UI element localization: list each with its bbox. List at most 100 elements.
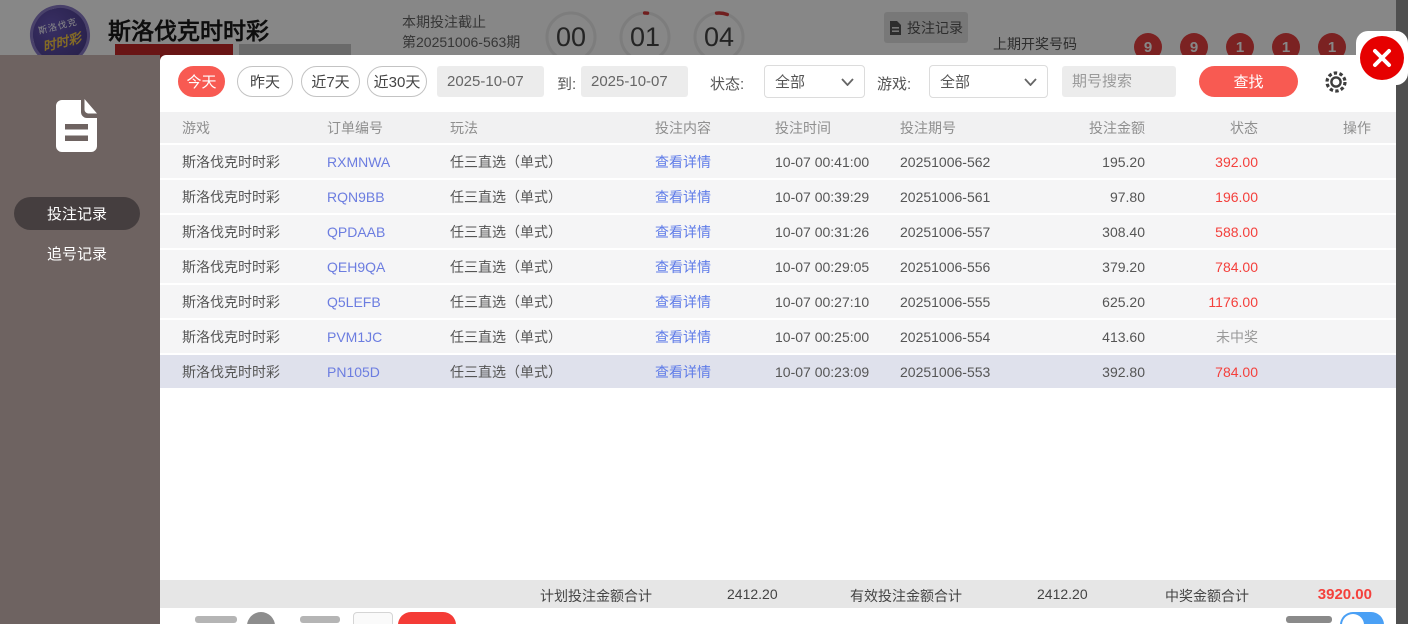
cell-status: 未中奖 — [1216, 328, 1258, 345]
table-row[interactable]: 斯洛伐克时时彩 PVM1JC 任三直选（单式） 查看详情 10-07 00:25… — [160, 320, 1396, 353]
sidebar-item-bet-records[interactable]: 投注记录 — [14, 197, 140, 230]
game-filter-label: 游戏: — [877, 76, 912, 93]
sidebar-item-chase-records[interactable]: 追号记录 — [14, 241, 140, 265]
cell-play: 任三直选（单式） — [450, 153, 562, 170]
period-search-input[interactable] — [1062, 66, 1176, 97]
cell-time: 10-07 00:41:00 — [775, 153, 870, 170]
table-row[interactable]: 斯洛伐克时时彩 Q5LEFB 任三直选（单式） 查看详情 10-07 00:27… — [160, 285, 1396, 318]
cell-status: 784.00 — [1215, 258, 1258, 275]
cell-play: 任三直选（单式） — [450, 188, 562, 205]
cell-period: 20251006-557 — [900, 223, 991, 240]
planned-total-value: 2412.20 — [727, 586, 778, 602]
col-operation: 操作 — [1343, 119, 1371, 136]
cell-game: 斯洛伐克时时彩 — [182, 293, 280, 310]
cell-period: 20251006-561 — [900, 188, 991, 205]
table-row[interactable]: 斯洛伐克时时彩 QPDAAB 任三直选（单式） 查看详情 10-07 00:31… — [160, 215, 1396, 248]
cell-game: 斯洛伐克时时彩 — [182, 328, 280, 345]
view-detail-link[interactable]: 查看详情 — [655, 329, 711, 345]
win-total-value: 3920.00 — [1317, 586, 1372, 603]
range-7days-button[interactable]: 近7天 — [301, 66, 360, 97]
table-row[interactable]: 斯洛伐克时时彩 QEH9QA 任三直选（单式） 查看详情 10-07 00:29… — [160, 250, 1396, 283]
view-detail-link[interactable]: 查看详情 — [655, 259, 711, 275]
close-button[interactable] — [1360, 36, 1404, 80]
cell-period: 20251006-555 — [900, 293, 991, 310]
col-time: 投注时间 — [775, 119, 831, 136]
valid-total-label: 有效投注金额合计 — [850, 588, 962, 604]
cell-amount: 392.80 — [1102, 363, 1145, 380]
cell-order: PVM1JC — [327, 328, 383, 345]
win-total-label: 中奖金额合计 — [1165, 588, 1249, 604]
cell-period: 20251006-553 — [900, 363, 991, 380]
app-root: 斯洛伐克 时时彩 斯洛伐克时时彩 本期投注截止 第20251006-563期 0… — [0, 0, 1408, 624]
view-detail-link[interactable]: 查看详情 — [655, 154, 711, 170]
cell-game: 斯洛伐克时时彩 — [182, 188, 280, 205]
cell-order: RQN9BB — [327, 188, 385, 205]
cell-order: QEH9QA — [327, 258, 386, 275]
table-body: 斯洛伐克时时彩 RXMNWA 任三直选（单式） 查看详情 10-07 00:41… — [160, 145, 1396, 390]
date-from-input[interactable] — [437, 66, 544, 97]
cell-period: 20251006-556 — [900, 258, 991, 275]
close-button-backing — [1356, 31, 1408, 85]
cell-time: 10-07 00:25:00 — [775, 328, 870, 345]
range-30days-button[interactable]: 近30天 — [367, 66, 427, 97]
cell-status: 392.00 — [1215, 153, 1258, 170]
cell-play: 任三直选（单式） — [450, 258, 562, 275]
range-today-button[interactable]: 今天 — [178, 66, 225, 97]
cell-status: 1176.00 — [1208, 293, 1258, 310]
chevron-down-icon — [841, 77, 854, 86]
cell-status: 784.00 — [1215, 363, 1258, 380]
cell-time: 10-07 00:29:05 — [775, 258, 870, 275]
range-today-label: 今天 — [186, 74, 217, 91]
cell-status: 588.00 — [1215, 223, 1258, 240]
cell-status: 196.00 — [1215, 188, 1258, 205]
col-play: 玩法 — [450, 119, 478, 136]
cell-game: 斯洛伐克时时彩 — [182, 258, 280, 275]
cell-play: 任三直选（单式） — [450, 223, 562, 240]
cell-time: 10-07 00:31:26 — [775, 223, 870, 240]
col-status: 状态 — [1230, 119, 1258, 136]
cell-period: 20251006-554 — [900, 328, 991, 345]
game-select[interactable]: 全部 — [929, 65, 1048, 98]
record-side-panel: 投注记录 追号记录 — [0, 55, 160, 624]
cell-game: 斯洛伐克时时彩 — [182, 363, 280, 380]
cell-play: 任三直选（单式） — [450, 328, 562, 345]
view-detail-link[interactable]: 查看详情 — [655, 189, 711, 205]
col-period: 投注期号 — [900, 119, 956, 136]
cell-period: 20251006-562 — [900, 153, 991, 170]
display-toggle[interactable] — [1340, 612, 1384, 624]
search-button[interactable]: 查找 — [1199, 66, 1298, 97]
table-header-row: 游戏 订单编号 玩法 投注内容 投注时间 投注期号 投注金额 状态 操作 — [160, 112, 1396, 143]
pagination-page-input[interactable] — [353, 612, 393, 624]
pagination-text-fragment — [300, 616, 340, 623]
cell-order: Q5LEFB — [327, 293, 381, 310]
pagination-page-badge[interactable] — [247, 612, 275, 624]
table-row-highlighted[interactable]: 斯洛伐克时时彩 PN105D 任三直选（单式） 查看详情 10-07 00:23… — [160, 355, 1396, 388]
range-yesterday-label: 昨天 — [249, 74, 280, 91]
status-filter-label: 状态: — [710, 76, 745, 93]
range-yesterday-button[interactable]: 昨天 — [237, 66, 293, 97]
cell-play: 任三直选（单式） — [450, 293, 562, 310]
records-document-icon — [53, 97, 100, 160]
pagination-go-button[interactable] — [398, 612, 456, 624]
cell-time: 10-07 00:23:09 — [775, 363, 870, 380]
cell-amount: 97.80 — [1109, 188, 1145, 205]
bet-records-modal: 今天 昨天 近7天 近30天 到: 状态: 全部 游戏: 全部 查找 — [160, 55, 1396, 624]
table-row[interactable]: 斯洛伐克时时彩 RQN9BB 任三直选（单式） 查看详情 10-07 00:39… — [160, 180, 1396, 213]
cell-amount: 379.20 — [1102, 258, 1145, 275]
cell-order: RXMNWA — [327, 153, 391, 170]
col-content: 投注内容 — [655, 119, 711, 136]
sidebar-item-label: 追号记录 — [46, 245, 107, 263]
gear-icon[interactable] — [1322, 68, 1350, 96]
col-game: 游戏 — [182, 119, 210, 136]
table-row[interactable]: 斯洛伐克时时彩 RXMNWA 任三直选（单式） 查看详情 10-07 00:41… — [160, 145, 1396, 178]
col-order: 订单编号 — [327, 119, 383, 136]
range-30days-label: 近30天 — [373, 74, 421, 91]
view-detail-link[interactable]: 查看详情 — [655, 294, 711, 310]
date-to-input[interactable] — [581, 66, 688, 97]
view-detail-link[interactable]: 查看详情 — [655, 224, 711, 240]
sidebar-item-label: 投注记录 — [46, 206, 107, 223]
view-detail-link[interactable]: 查看详情 — [655, 364, 711, 380]
pagination-text-fragment — [195, 616, 237, 623]
cell-amount: 413.60 — [1102, 328, 1145, 345]
status-select[interactable]: 全部 — [764, 65, 865, 98]
